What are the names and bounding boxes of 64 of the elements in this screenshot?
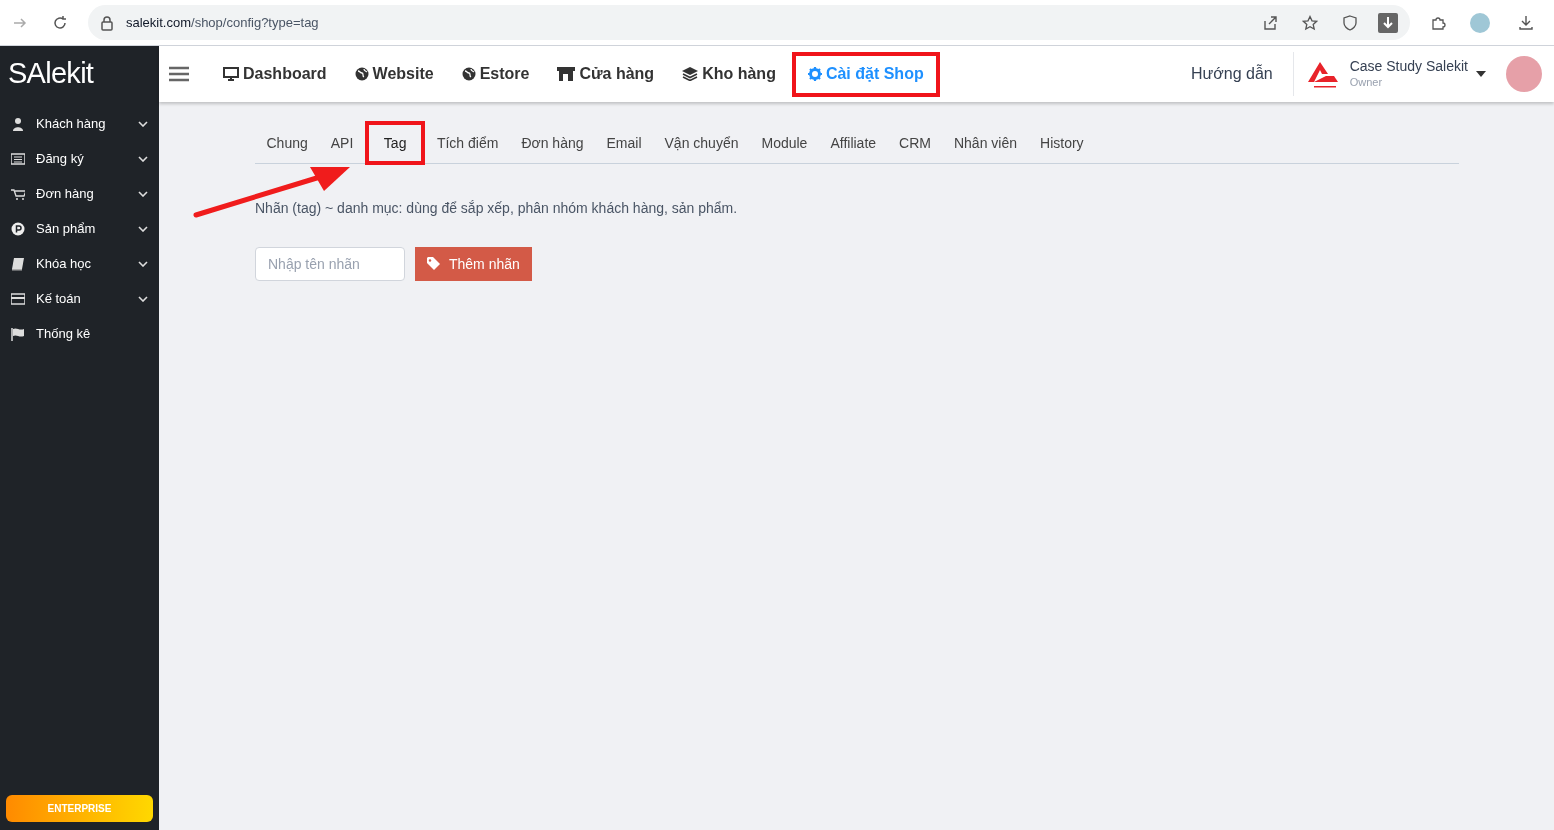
settings-tab[interactable]: Affiliate [818, 122, 888, 164]
list-icon [11, 151, 25, 166]
settings-tab[interactable]: Module [750, 122, 819, 164]
settings-tab[interactable]: CRM [887, 122, 943, 164]
settings-tab[interactable]: API [319, 122, 365, 164]
nav-link[interactable]: Website [340, 51, 448, 97]
logo[interactable]: SAlekit [8, 52, 94, 96]
sidebar-item[interactable]: Kế toán [0, 281, 159, 316]
settings-tab[interactable]: Chung [255, 122, 320, 164]
puzzle-icon[interactable] [1430, 14, 1446, 31]
settings-tab[interactable]: Tag [364, 121, 426, 165]
product-icon [11, 221, 25, 236]
chevron-down-icon [138, 295, 148, 302]
store-icon [557, 67, 576, 81]
globe-icon [354, 67, 369, 81]
add-tag-button[interactable]: Thêm nhãn [415, 247, 532, 281]
sidebar-item[interactable]: Khách hàng [0, 106, 159, 141]
flag-icon [11, 326, 25, 341]
monitor-icon [223, 67, 239, 81]
shield-icon[interactable] [1342, 14, 1358, 31]
account-name[interactable]: Case Study Salekit [1349, 58, 1468, 76]
chevron-down-icon [138, 120, 148, 127]
account-role: Owner [1349, 75, 1384, 90]
guide-link[interactable]: Hướng dẫn [1191, 62, 1293, 86]
card-icon [11, 291, 25, 306]
settings-tab[interactable]: Tích điểm [425, 122, 510, 164]
sidebar-item[interactable]: Thống kê [0, 316, 159, 351]
gear-icon [807, 67, 822, 81]
tag-name-input[interactable]: Nhập tên nhãn [255, 247, 405, 281]
nav-link[interactable]: Estore [447, 51, 544, 97]
layers-icon [682, 67, 699, 81]
download-icon[interactable] [1378, 12, 1398, 33]
reload-icon[interactable] [52, 14, 68, 31]
nav-link[interactable]: Cửa hàng [543, 51, 669, 97]
star-icon[interactable] [1302, 14, 1318, 31]
menu-icon[interactable] [169, 66, 189, 82]
nav-link[interactable]: Dashboard [209, 51, 341, 97]
nav-link[interactable]: Kho hàng [668, 51, 790, 97]
sidebar-item[interactable]: Sản phẩm [0, 211, 159, 246]
settings-tab[interactable]: History [1028, 122, 1096, 164]
cart-icon [11, 186, 25, 201]
address-bar[interactable]: salekit.com/shop/config?type=tag [88, 5, 1410, 40]
enterprise-badge: ENTERPRISE [6, 795, 153, 822]
chevron-down-icon [138, 260, 148, 267]
globe-icon [461, 67, 476, 81]
settings-tab[interactable]: Email [595, 122, 654, 164]
settings-tab[interactable]: Nhân viên [942, 122, 1029, 164]
sidebar-item[interactable]: Khóa học [0, 246, 159, 281]
user-icon [11, 116, 25, 131]
tags-icon [427, 257, 443, 271]
url-text: salekit.com/shop/config?type=tag [126, 13, 319, 32]
sidebar-item[interactable]: Đơn hàng [0, 176, 159, 211]
description-text: Nhãn (tag) ~ danh mục: dùng để sắp xếp, phân nhóm khách hàng, sản phẩm. [255, 199, 739, 218]
lock-icon [100, 14, 114, 31]
chevron-down-icon [138, 190, 148, 197]
sidebar-item[interactable]: Đăng ký [0, 141, 159, 176]
settings-tab[interactable]: Đơn hàng [509, 122, 595, 164]
download-icon[interactable] [1518, 14, 1534, 31]
settings-tab[interactable]: Vận chuyển [653, 122, 750, 164]
chevron-down-icon [138, 155, 148, 162]
book-icon [11, 256, 25, 271]
caret-icon[interactable] [1476, 70, 1486, 78]
share-icon[interactable] [1262, 14, 1278, 31]
chevron-down-icon [138, 225, 148, 232]
